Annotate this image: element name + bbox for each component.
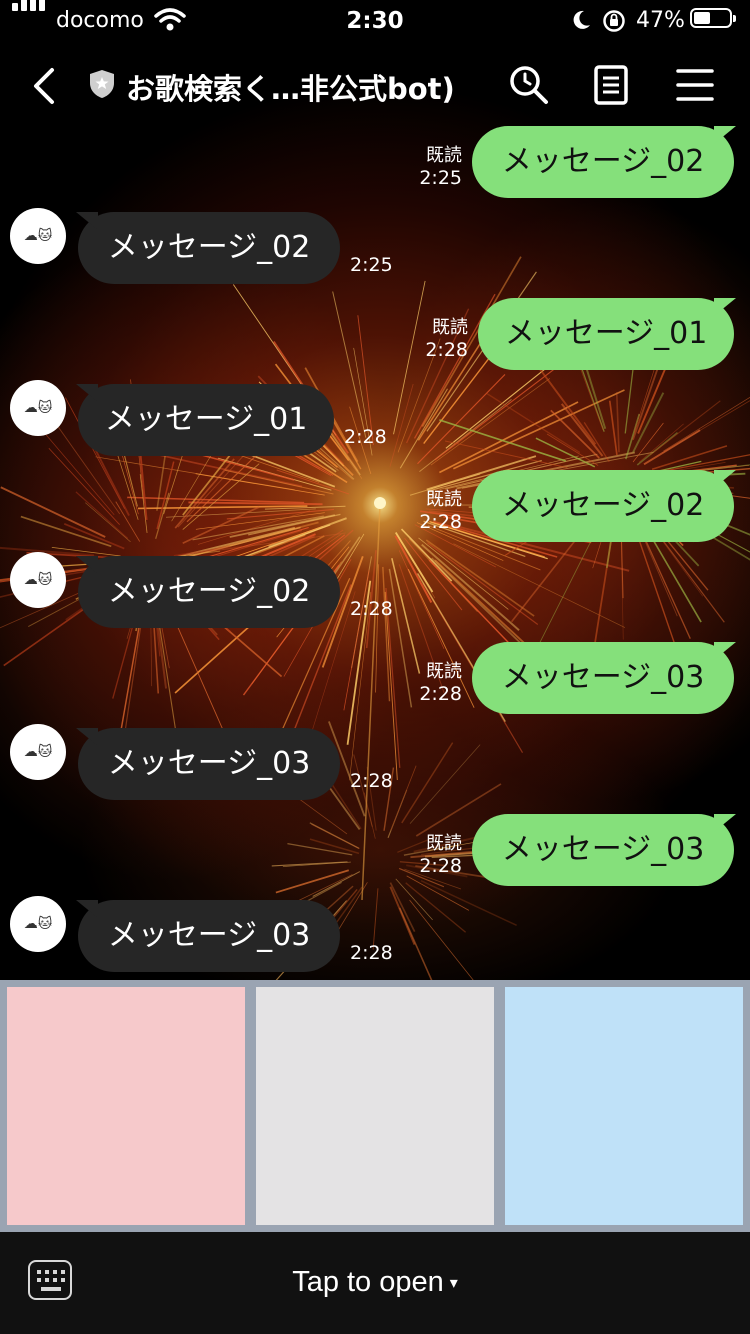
firework-trail [361, 504, 381, 901]
firework-streak [662, 400, 750, 454]
tap-to-open-label: Tap to open [292, 1266, 444, 1298]
firework-streak [115, 501, 141, 542]
incoming-message-bubble[interactable]: メッセージ_02 [78, 212, 340, 284]
firework-streak [649, 400, 721, 456]
chat-header: お歌検索く…非公式bot) [0, 50, 750, 120]
firework-streak [312, 871, 361, 897]
firework-streak [20, 515, 112, 548]
incoming-message-bubble[interactable]: メッセージ_03 [78, 728, 340, 800]
firework-streak [405, 882, 467, 933]
message-time: 2:28 [350, 770, 393, 792]
firework-streak [48, 447, 120, 526]
firework-streak [608, 400, 618, 456]
firework-streak [155, 492, 170, 539]
moon-icon [573, 10, 590, 29]
firework-streak [409, 899, 474, 980]
search-icon[interactable] [506, 62, 552, 108]
firework-streak [539, 531, 597, 643]
outgoing-message-bubble[interactable]: メッセージ_02 [472, 470, 734, 542]
firework-streak [643, 429, 701, 466]
message-time: 2:28 [344, 426, 387, 448]
message-time: 2:28 [350, 942, 393, 964]
firework-streak [276, 469, 350, 495]
firework-streak [122, 617, 143, 744]
firework-streak [127, 496, 305, 504]
rich-menu [0, 980, 750, 1232]
outgoing-message-bubble[interactable]: メッセージ_03 [472, 814, 734, 886]
firework-streak [157, 617, 178, 742]
firework-streak [615, 392, 620, 453]
firework-streak [271, 861, 348, 867]
firework-streak [332, 291, 367, 438]
read-receipt: 既読 2:25 [419, 145, 462, 189]
firework-streak [208, 532, 346, 552]
firework-streak [420, 879, 517, 927]
bot-avatar[interactable]: ☁🐱 [10, 380, 66, 436]
rotation-lock-icon [603, 10, 625, 32]
firework-streak [421, 543, 520, 631]
message-time: 2:25 [350, 254, 393, 276]
firework-streak [389, 882, 416, 932]
firework-streak [372, 888, 379, 950]
outgoing-message-bubble[interactable]: メッセージ_01 [478, 298, 734, 370]
outgoing-message-bubble[interactable]: メッセージ_03 [472, 642, 734, 714]
firework-streak [537, 366, 597, 445]
read-receipt: 既読 2:28 [419, 489, 462, 533]
rich-menu-panel-pink[interactable] [7, 987, 245, 1225]
read-receipt: 既読 2:28 [419, 661, 462, 705]
caret-down-icon: ▾ [449, 1275, 458, 1293]
chat-title: お歌検索く…非公式bot) [126, 72, 455, 106]
rich-menu-panel-gray[interactable] [256, 987, 494, 1225]
notes-icon[interactable] [588, 62, 634, 108]
firework-streak [391, 558, 421, 674]
official-shield-icon [90, 70, 114, 98]
read-receipt: 既読 2:28 [425, 317, 468, 361]
firework-streak [638, 423, 684, 463]
firework-streak [171, 614, 225, 732]
firework-core [374, 497, 386, 509]
firework-streak [640, 529, 691, 639]
incoming-message-bubble[interactable]: メッセージ_03 [78, 900, 340, 972]
rich-menu-panel-blue[interactable] [505, 987, 743, 1225]
firework-streak [485, 392, 581, 454]
bot-avatar[interactable]: ☁🐱 [10, 724, 66, 780]
back-chevron-icon[interactable] [26, 64, 66, 108]
firework-streak [409, 744, 481, 824]
firework-streak [95, 456, 295, 491]
incoming-message-bubble[interactable]: メッセージ_02 [78, 556, 340, 628]
firework-streak [384, 591, 398, 781]
read-receipt: 既読 2:28 [419, 833, 462, 877]
firework-streak [382, 566, 391, 702]
battery-icon [690, 8, 736, 28]
firework-streak [311, 823, 360, 850]
firework-streak [434, 362, 563, 461]
bot-avatar[interactable]: ☁🐱 [10, 552, 66, 608]
status-bar: docomo 2:30 47% [0, 0, 750, 42]
firework-streak [663, 396, 750, 452]
firework-streak [398, 907, 433, 980]
bot-avatar[interactable]: ☁🐱 [10, 896, 66, 952]
menu-icon[interactable] [672, 62, 718, 108]
tap-to-open-toggle[interactable]: Tap to open ▾ [0, 1266, 750, 1299]
firework-streak [0, 486, 106, 538]
bottom-bar: Tap to open ▾ [0, 1232, 750, 1334]
outgoing-message-bubble[interactable]: メッセージ_02 [472, 126, 734, 198]
firework-streak [419, 399, 512, 473]
incoming-message-bubble[interactable]: メッセージ_01 [78, 384, 334, 456]
battery-percent: 47% [636, 8, 685, 33]
bot-avatar[interactable]: ☁🐱 [10, 208, 66, 264]
firework-streak [174, 458, 235, 529]
message-time: 2:28 [350, 598, 393, 620]
firework-streak [177, 545, 242, 556]
